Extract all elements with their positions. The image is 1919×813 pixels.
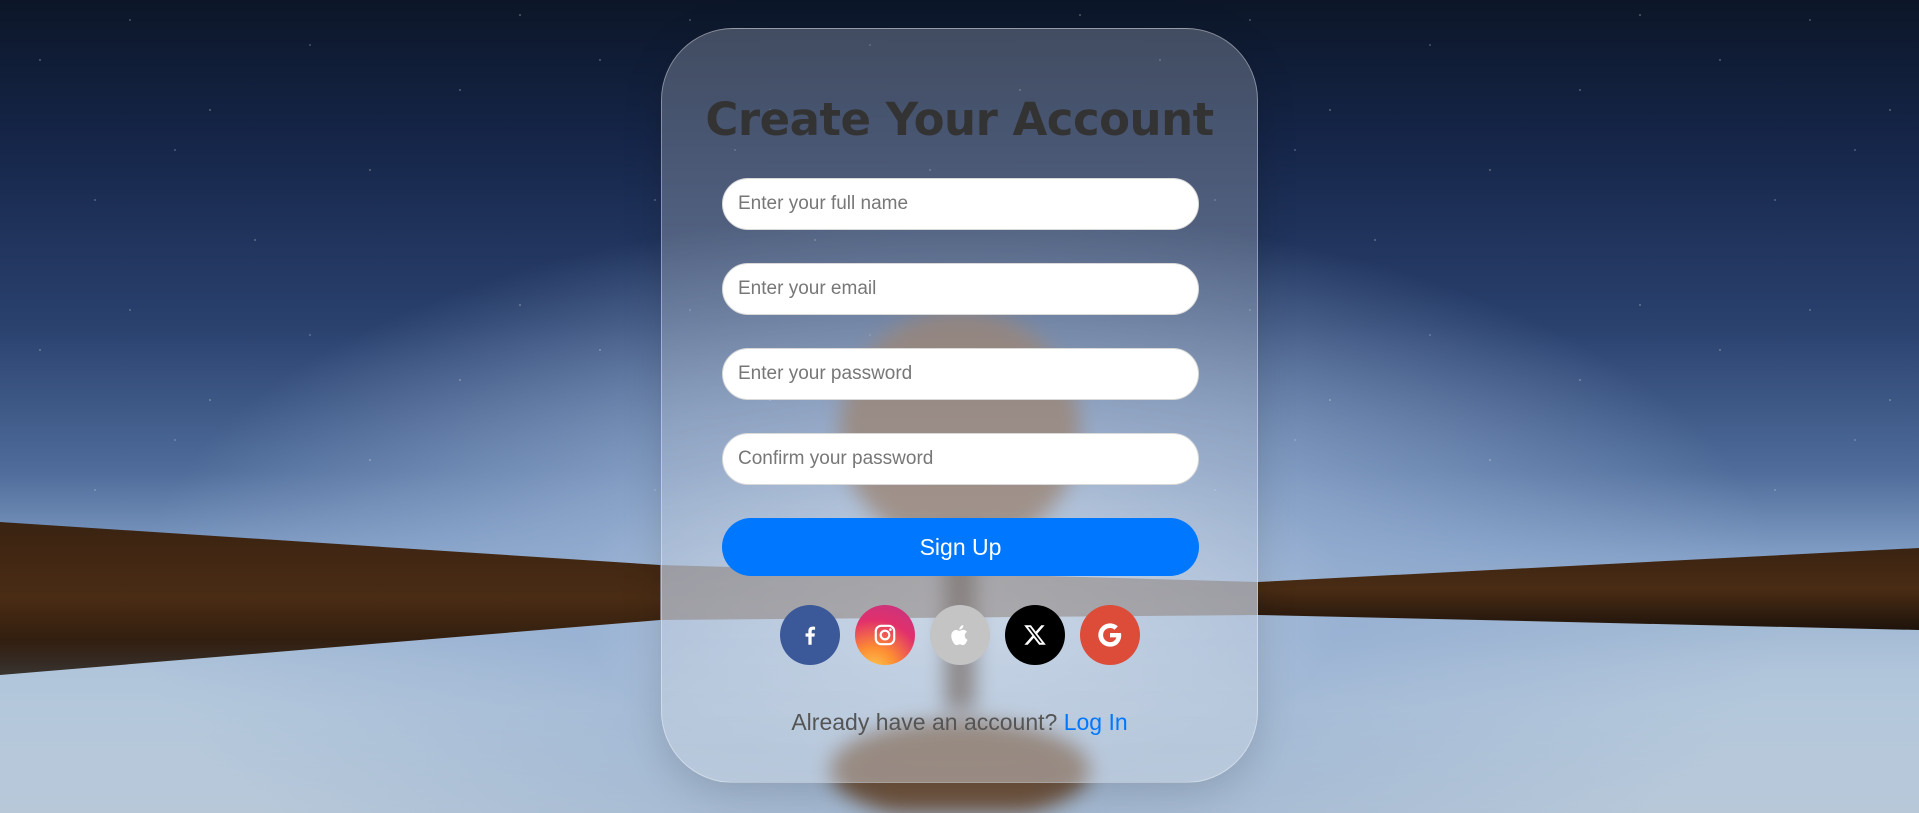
login-prompt: Already have an account? Log In — [662, 709, 1257, 736]
facebook-icon — [805, 626, 816, 645]
x-login-button[interactable] — [1005, 605, 1065, 665]
google-icon — [1098, 623, 1122, 647]
google-login-button[interactable] — [1080, 605, 1140, 665]
apple-login-button[interactable] — [930, 605, 990, 665]
confirm-password-input[interactable] — [722, 433, 1199, 485]
password-input[interactable] — [722, 348, 1199, 400]
facebook-login-button[interactable] — [780, 605, 840, 665]
apple-icon — [951, 625, 968, 646]
x-icon — [1024, 625, 1046, 645]
instagram-login-button[interactable] — [855, 605, 915, 665]
full-name-input[interactable] — [722, 178, 1199, 230]
log-in-link[interactable]: Log In — [1064, 709, 1128, 735]
instagram-icon — [874, 624, 896, 646]
sign-up-button[interactable]: Sign Up — [722, 518, 1199, 576]
page-title: Create Your Account — [705, 93, 1214, 146]
login-prompt-text: Already have an account? — [791, 709, 1058, 735]
email-input[interactable] — [722, 263, 1199, 315]
signup-card: Create Your Account Sign Up Already have… — [661, 28, 1258, 783]
